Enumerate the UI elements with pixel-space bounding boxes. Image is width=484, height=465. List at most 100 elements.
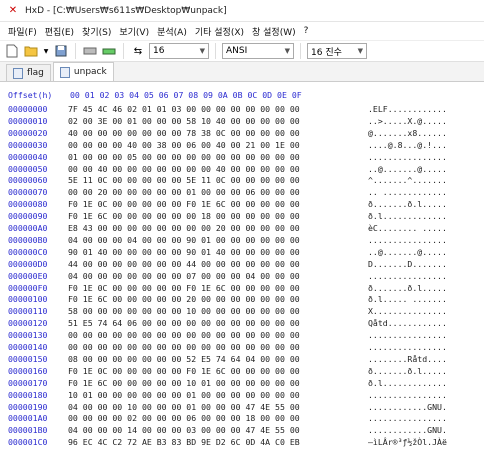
- disk-icon[interactable]: [82, 43, 98, 59]
- hex-row[interactable]: 00000110 58 00 00 00 00 00 00 00 10 00 00…: [8, 306, 447, 317]
- hex-editor-view[interactable]: Offset(h) 00 01 02 03 04 05 06 07 08 09 0…: [0, 84, 484, 465]
- menu-view[interactable]: 보기(V): [115, 25, 153, 38]
- row-ascii[interactable]: @.......x8......: [368, 128, 447, 139]
- hex-row[interactable]: 000000B0 04 00 00 00 04 00 00 00 90 01 00…: [8, 235, 447, 246]
- row-hex-bytes[interactable]: F0 1E 6C 00 00 00 00 00 20 00 00 00 00 0…: [68, 294, 368, 305]
- row-hex-bytes[interactable]: 04 00 00 00 04 00 00 00 90 01 00 00 00 0…: [68, 235, 368, 246]
- hex-row[interactable]: 00000090 F0 1E 6C 00 00 00 00 00 00 18 00…: [8, 211, 447, 222]
- dropdown-arrow-icon[interactable]: ▼: [42, 43, 50, 59]
- row-hex-bytes[interactable]: 7F 45 4C 46 02 01 01 03 00 00 00 00 00 0…: [68, 104, 368, 115]
- row-ascii[interactable]: ð.l.............: [368, 211, 447, 222]
- row-hex-bytes[interactable]: 5E 11 0C 00 00 00 00 00 5E 11 0C 00 00 0…: [68, 175, 368, 186]
- row-hex-bytes[interactable]: E8 43 00 00 00 00 00 00 00 00 20 00 00 0…: [68, 223, 368, 234]
- row-ascii[interactable]: ð.l.............: [368, 378, 447, 389]
- row-ascii[interactable]: ................: [368, 413, 447, 424]
- hex-row[interactable]: 00000150 08 00 00 00 00 00 00 00 52 E5 74…: [8, 354, 447, 365]
- row-ascii[interactable]: ð.......ð.l.....: [368, 366, 447, 377]
- row-ascii[interactable]: ............GNU.: [368, 402, 447, 413]
- row-hex-bytes[interactable]: F0 1E 0C 00 00 00 00 00 F0 1E 6C 00 00 0…: [68, 366, 368, 377]
- menu-file[interactable]: 파일(F): [4, 25, 41, 38]
- hex-row[interactable]: 00000140 00 00 00 00 00 00 00 00 00 00 00…: [8, 342, 447, 353]
- hex-row[interactable]: 00000050 00 00 40 00 00 00 00 00 00 00 40…: [8, 164, 447, 175]
- row-ascii[interactable]: ................: [368, 342, 447, 353]
- row-hex-bytes[interactable]: 00 00 00 00 40 00 38 00 06 00 40 00 21 0…: [68, 140, 368, 151]
- row-hex-bytes[interactable]: 40 00 00 00 00 00 00 00 78 38 0C 00 00 0…: [68, 128, 368, 139]
- row-ascii[interactable]: .ELF............: [368, 104, 447, 115]
- row-ascii[interactable]: ............GNU.: [368, 425, 447, 436]
- row-ascii[interactable]: ð.......ð.l.....: [368, 199, 447, 210]
- row-hex-bytes[interactable]: 00 00 00 00 02 00 00 00 06 00 00 00 18 0…: [68, 413, 368, 424]
- row-hex-bytes[interactable]: 51 E5 74 64 06 00 00 00 00 00 00 00 00 0…: [68, 318, 368, 329]
- row-hex-bytes[interactable]: 10 01 00 00 00 00 00 00 01 00 00 00 00 0…: [68, 390, 368, 401]
- hex-row[interactable]: 00000120 51 E5 74 64 06 00 00 00 00 00 00…: [8, 318, 447, 329]
- new-file-icon[interactable]: [4, 43, 20, 59]
- charset-select[interactable]: ANSI ▼: [222, 43, 294, 59]
- arrows-icon[interactable]: ⇆: [130, 43, 146, 59]
- hex-row[interactable]: 000000D0 44 00 00 00 00 00 00 00 44 00 00…: [8, 259, 447, 270]
- row-ascii[interactable]: ..>.....X.@.....: [368, 116, 447, 127]
- row-hex-bytes[interactable]: F0 1E 0C 00 00 00 00 00 F0 1E 6C 00 00 0…: [68, 283, 368, 294]
- row-hex-bytes[interactable]: 00 00 20 00 00 00 00 00 01 00 00 00 06 0…: [68, 187, 368, 198]
- row-hex-bytes[interactable]: F0 1E 0C 00 00 00 00 00 F0 1E 6C 00 00 0…: [68, 199, 368, 210]
- menu-analysis[interactable]: 분석(A): [153, 25, 191, 38]
- row-hex-bytes[interactable]: 96 EC 4C C2 72 AE B3 83 BD 9E D2 6C 0D 4…: [68, 437, 368, 448]
- row-ascii[interactable]: ................: [368, 271, 447, 282]
- row-ascii[interactable]: ................: [368, 235, 447, 246]
- menu-edit[interactable]: 편집(E): [41, 25, 78, 38]
- row-hex-bytes[interactable]: 04 00 00 00 10 00 00 00 01 00 00 00 47 4…: [68, 402, 368, 413]
- hex-row[interactable]: 000000E0 04 00 00 00 00 00 00 00 07 00 00…: [8, 271, 447, 282]
- row-hex-bytes[interactable]: 04 00 00 00 14 00 00 00 03 00 00 00 47 4…: [68, 425, 368, 436]
- row-ascii[interactable]: ^.......^.......: [368, 175, 447, 186]
- row-hex-bytes[interactable]: F0 1E 6C 00 00 00 00 00 10 01 00 00 00 0…: [68, 378, 368, 389]
- row-hex-bytes[interactable]: 90 01 40 00 00 00 00 00 90 01 40 00 00 0…: [68, 247, 368, 258]
- menu-window[interactable]: 창 설정(W): [248, 25, 300, 38]
- hex-row[interactable]: 00000060 5E 11 0C 00 00 00 00 00 5E 11 0C…: [8, 175, 447, 186]
- hex-row[interactable]: 000001B0 04 00 00 00 14 00 00 00 03 00 00…: [8, 425, 447, 436]
- row-ascii[interactable]: ................: [368, 390, 447, 401]
- radix-select[interactable]: 16 진수 ▼: [307, 43, 367, 59]
- row-ascii[interactable]: ....@.8...@.!...: [368, 140, 447, 151]
- row-hex-bytes[interactable]: 04 00 00 00 00 00 00 00 07 00 00 00 04 0…: [68, 271, 368, 282]
- menu-help[interactable]: ?: [300, 26, 313, 36]
- save-icon[interactable]: [53, 43, 69, 59]
- row-hex-bytes[interactable]: 01 00 00 00 05 00 00 00 00 00 00 00 00 0…: [68, 152, 368, 163]
- ram-icon[interactable]: [101, 43, 117, 59]
- hex-row[interactable]: 00000130 00 00 00 00 00 00 00 00 00 00 00…: [8, 330, 447, 341]
- row-hex-bytes[interactable]: F0 1E 6C 00 00 00 00 00 00 18 00 00 00 0…: [68, 211, 368, 222]
- row-ascii[interactable]: ..@.......@.....: [368, 247, 447, 258]
- hex-row[interactable]: 00000080 F0 1E 0C 00 00 00 00 00 F0 1E 6C…: [8, 199, 447, 210]
- row-ascii[interactable]: D.......D.......: [368, 259, 447, 270]
- hex-row[interactable]: 00000000 7F 45 4C 46 02 01 01 03 00 00 00…: [8, 104, 447, 115]
- row-hex-bytes[interactable]: 58 00 00 00 00 00 00 00 10 00 00 00 00 0…: [68, 306, 368, 317]
- row-ascii[interactable]: ................: [368, 330, 447, 341]
- row-hex-bytes[interactable]: 08 00 00 00 00 00 00 00 52 E5 74 64 04 0…: [68, 354, 368, 365]
- row-hex-bytes[interactable]: 44 00 00 00 00 00 00 00 44 00 00 00 00 0…: [68, 259, 368, 270]
- row-hex-bytes[interactable]: 00 00 00 00 00 00 00 00 00 00 00 00 00 0…: [68, 342, 368, 353]
- hex-row[interactable]: 00000190 04 00 00 00 10 00 00 00 01 00 00…: [8, 402, 447, 413]
- hex-row[interactable]: 00000160 F0 1E 0C 00 00 00 00 00 F0 1E 6C…: [8, 366, 447, 377]
- row-ascii[interactable]: èC........ .....: [368, 223, 447, 234]
- hex-row[interactable]: 000000A0 E8 43 00 00 00 00 00 00 00 00 20…: [8, 223, 447, 234]
- row-ascii[interactable]: ........Råtd....: [368, 354, 447, 365]
- row-ascii[interactable]: ..@.......@.....: [368, 164, 447, 175]
- menu-search[interactable]: 찾기(S): [78, 25, 115, 38]
- hex-row[interactable]: 000001C0 96 EC 4C C2 72 AE B3 83 BD 9E D2…: [8, 437, 447, 448]
- hex-row[interactable]: 00000020 40 00 00 00 00 00 00 00 78 38 0C…: [8, 128, 447, 139]
- hex-row[interactable]: 00000070 00 00 20 00 00 00 00 00 01 00 00…: [8, 187, 447, 198]
- row-ascii[interactable]: ð.......ð.l.....: [368, 283, 447, 294]
- hex-row[interactable]: 000000C0 90 01 40 00 00 00 00 00 90 01 40…: [8, 247, 447, 258]
- row-hex-bytes[interactable]: 00 00 00 00 00 00 00 00 00 00 00 00 00 0…: [68, 330, 368, 341]
- hex-row[interactable]: 000000F0 F0 1E 0C 00 00 00 00 00 F0 1E 6C…: [8, 283, 447, 294]
- hex-row[interactable]: 00000030 00 00 00 00 40 00 38 00 06 00 40…: [8, 140, 447, 151]
- row-ascii[interactable]: X...............: [368, 306, 447, 317]
- menu-extras[interactable]: 기타 설정(X): [191, 25, 248, 38]
- hex-row[interactable]: 00000010 02 00 3E 00 01 00 00 00 58 10 40…: [8, 116, 447, 127]
- open-folder-icon[interactable]: [23, 43, 39, 59]
- row-ascii[interactable]: Qåtd............: [368, 318, 447, 329]
- row-ascii[interactable]: –ìLÂr®³ƒ½žÒl.JÀë: [368, 437, 447, 448]
- row-hex-bytes[interactable]: 00 00 40 00 00 00 00 00 00 00 40 00 00 0…: [68, 164, 368, 175]
- bytes-per-row-select[interactable]: 16 ▼: [149, 43, 209, 59]
- hex-row[interactable]: 00000040 01 00 00 00 05 00 00 00 00 00 00…: [8, 152, 447, 163]
- row-hex-bytes[interactable]: 02 00 3E 00 01 00 00 00 58 10 40 00 00 0…: [68, 116, 368, 127]
- tab-unpack[interactable]: unpack: [52, 62, 114, 81]
